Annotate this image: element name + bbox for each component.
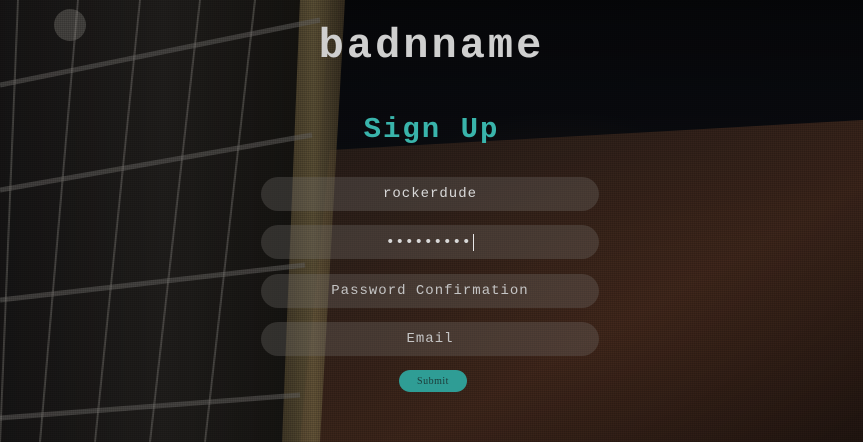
password-confirmation-field[interactable]: Password Confirmation: [261, 274, 599, 308]
username-field[interactable]: rockerdude: [261, 177, 599, 211]
brand-logo-text: badnname: [318, 22, 545, 70]
page-title: Sign Up: [363, 113, 500, 146]
signup-page: badnname Sign Up rockerdude ••••••••• Pa…: [0, 0, 863, 442]
email-placeholder: Email: [406, 331, 454, 347]
password-field[interactable]: •••••••••: [261, 225, 599, 259]
submit-button[interactable]: Submit: [399, 370, 467, 392]
password-masked-value: •••••••••: [385, 233, 472, 251]
text-caret: [473, 233, 475, 251]
password-confirmation-placeholder: Password Confirmation: [331, 283, 529, 299]
email-field[interactable]: Email: [261, 322, 599, 356]
username-value: rockerdude: [382, 186, 477, 202]
